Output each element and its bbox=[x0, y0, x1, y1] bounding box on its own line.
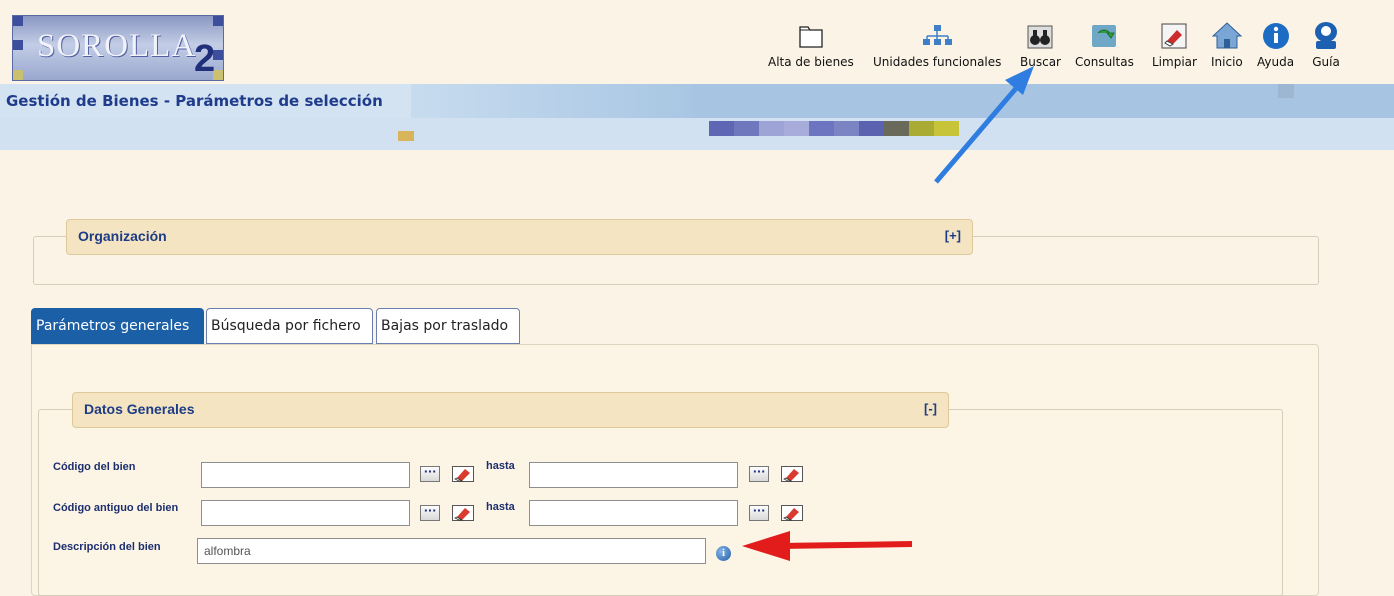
toolbar-buscar[interactable]: Buscar bbox=[1020, 19, 1061, 69]
descripcion-label: Descripción del bien bbox=[53, 541, 161, 553]
toolbar-unidades-funcionales[interactable]: Unidades funcionales bbox=[873, 19, 1001, 69]
clear-eraser-icon[interactable] bbox=[781, 466, 803, 482]
hasta-label: hasta bbox=[486, 501, 515, 513]
refresh-arrow-icon bbox=[1089, 19, 1119, 51]
tab-busqueda-por-fichero[interactable]: Búsqueda por fichero bbox=[206, 308, 373, 344]
user-guide-icon bbox=[1311, 19, 1341, 51]
folder-icon bbox=[796, 19, 826, 51]
tab-bajas-por-traslado[interactable]: Bajas por traslado bbox=[376, 308, 520, 344]
tab-parametros-generales[interactable]: Parámetros generales bbox=[31, 308, 204, 344]
decorative-band bbox=[0, 118, 1394, 150]
collapse-toggle[interactable]: [-] bbox=[924, 401, 937, 416]
toolbar-label: Limpiar bbox=[1152, 55, 1197, 69]
home-icon bbox=[1211, 19, 1243, 51]
lookup-button[interactable]: ··· bbox=[420, 505, 440, 521]
datos-generales-title: Datos Generales bbox=[84, 401, 195, 417]
toolbar-label: Buscar bbox=[1020, 55, 1061, 69]
expand-toggle[interactable]: [+] bbox=[945, 228, 961, 243]
page-title: Gestión de Bienes - Parámetros de selecc… bbox=[6, 92, 383, 110]
codigo-antiguo-label: Código antiguo del bien bbox=[53, 502, 179, 514]
toolbar-ayuda[interactable]: Ayuda bbox=[1257, 19, 1294, 69]
codigo-bien-label: Código del bien bbox=[53, 461, 136, 473]
lookup-button[interactable]: ··· bbox=[420, 466, 440, 482]
datos-generales-legend[interactable]: Datos Generales [-] bbox=[72, 392, 949, 428]
codigo-bien-from-input[interactable] bbox=[201, 462, 410, 488]
toolbar-alta-de-bienes[interactable]: Alta de bienes bbox=[768, 19, 854, 69]
lookup-button[interactable]: ··· bbox=[749, 466, 769, 482]
descripcion-input[interactable] bbox=[197, 538, 706, 564]
eraser-icon bbox=[1159, 19, 1189, 51]
toolbar-label: Guía bbox=[1312, 55, 1340, 69]
organizacion-title: Organización bbox=[78, 228, 167, 244]
toolbar-inicio[interactable]: Inicio bbox=[1211, 19, 1243, 69]
clear-eraser-icon[interactable] bbox=[452, 505, 474, 521]
clear-eraser-icon[interactable] bbox=[781, 505, 803, 521]
toolbar-label: Ayuda bbox=[1257, 55, 1295, 69]
toolbar-guia[interactable]: Guía bbox=[1311, 19, 1341, 69]
title-bar: Gestión de Bienes - Parámetros de selecc… bbox=[0, 84, 1394, 118]
toolbar-label: Inicio bbox=[1211, 55, 1243, 69]
top-header: SOROLLA 2 Alta de bienes Unidades funcio… bbox=[0, 0, 1394, 84]
hasta-label: hasta bbox=[486, 460, 515, 472]
lookup-button[interactable]: ··· bbox=[749, 505, 769, 521]
logo-text: SOROLLA bbox=[37, 28, 197, 64]
org-chart-icon bbox=[920, 19, 954, 51]
codigo-antiguo-to-input[interactable] bbox=[529, 500, 738, 526]
codigo-antiguo-from-input[interactable] bbox=[201, 500, 410, 526]
toolbar-label: Unidades funcionales bbox=[873, 55, 1002, 69]
decorative-square bbox=[1278, 84, 1294, 98]
toolbar-consultas[interactable]: Consultas bbox=[1075, 19, 1134, 69]
codigo-bien-to-input[interactable] bbox=[529, 462, 738, 488]
organizacion-legend[interactable]: Organización [+] bbox=[66, 219, 973, 255]
logo-suffix: 2 bbox=[194, 38, 216, 80]
toolbar-limpiar[interactable]: Limpiar bbox=[1152, 19, 1197, 69]
toolbar-label: Alta de bienes bbox=[768, 55, 854, 69]
clear-eraser-icon[interactable] bbox=[452, 466, 474, 482]
info-icon bbox=[1261, 19, 1291, 51]
info-icon[interactable]: i bbox=[716, 546, 731, 561]
toolbar-label: Consultas bbox=[1075, 55, 1134, 69]
sorolla-logo: SOROLLA 2 bbox=[12, 15, 224, 81]
binoculars-icon bbox=[1025, 19, 1055, 51]
